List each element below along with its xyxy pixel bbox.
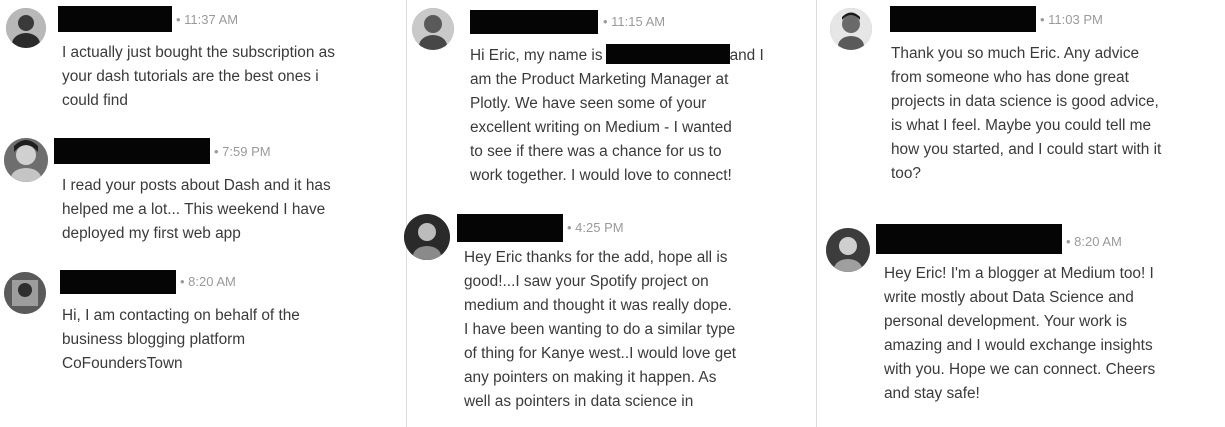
avatar[interactable] [826, 228, 870, 272]
message-text: Hey Eric thanks for the add, hope all is… [464, 249, 737, 410]
message-text: Hi, I am contacting on behalf of the bus… [62, 307, 300, 372]
message-timestamp: • 11:03 PM [1040, 12, 1103, 27]
person-photo-icon [4, 272, 46, 314]
message-card[interactable]: • 4:25 PM Hey Eric thanks for the add, h… [404, 208, 816, 427]
person-photo-icon [6, 8, 46, 48]
person-photo-icon [826, 228, 870, 272]
redacted-sender-name [54, 138, 210, 164]
message-text: Hey Eric! I'm a blogger at Medium too! I… [884, 265, 1156, 402]
message-timestamp: • 11:37 AM [176, 12, 239, 27]
message-text: Hi Eric, my name is and I am the Product … [470, 44, 764, 188]
message-card[interactable]: • 8:20 AM Hey Eric! I'm a blogger at Med… [817, 220, 1225, 427]
message-card[interactable]: • 11:03 PM Thank you so much Eric. Any a… [817, 0, 1225, 210]
redacted-sender-name [890, 6, 1036, 32]
avatar[interactable] [404, 214, 450, 260]
message-text: I read your posts about Dash and it has … [62, 177, 331, 242]
message-card[interactable]: • 11:15 AM Hi Eric, my name is and I am t… [407, 0, 816, 200]
redacted-sender-name [605, 44, 730, 64]
avatar[interactable] [412, 8, 454, 50]
person-photo-icon [404, 214, 450, 260]
message-timestamp: • 7:59 PM [214, 144, 271, 159]
redacted-sender-name [60, 270, 176, 294]
redacted-sender-name [470, 10, 598, 34]
person-photo-icon [412, 8, 454, 50]
avatar[interactable] [4, 138, 48, 182]
redacted-sender-name [58, 6, 172, 32]
avatar[interactable] [6, 8, 46, 48]
message-card[interactable]: • 11:37 AM I actually just bought the su… [0, 0, 406, 125]
redacted-sender-name [876, 224, 1062, 254]
message-card[interactable]: • 7:59 PM I read your posts about Dash a… [0, 130, 406, 255]
message-timestamp: • 11:15 AM [603, 14, 666, 29]
person-photo-icon [830, 8, 872, 50]
avatar[interactable] [830, 8, 872, 50]
message-timestamp: • 4:25 PM [567, 220, 624, 235]
message-timestamp: • 8:20 AM [180, 274, 236, 289]
avatar[interactable] [4, 272, 46, 314]
message-text: I actually just bought the subscription … [62, 44, 335, 109]
message-timestamp: • 8:20 AM [1066, 234, 1122, 249]
message-text: Thank you so much Eric. Any advice from … [891, 45, 1162, 182]
person-photo-icon [4, 138, 48, 182]
message-card[interactable]: • 8:20 AM Hi, I am contacting on behalf … [0, 262, 406, 387]
redacted-sender-name [457, 214, 563, 242]
